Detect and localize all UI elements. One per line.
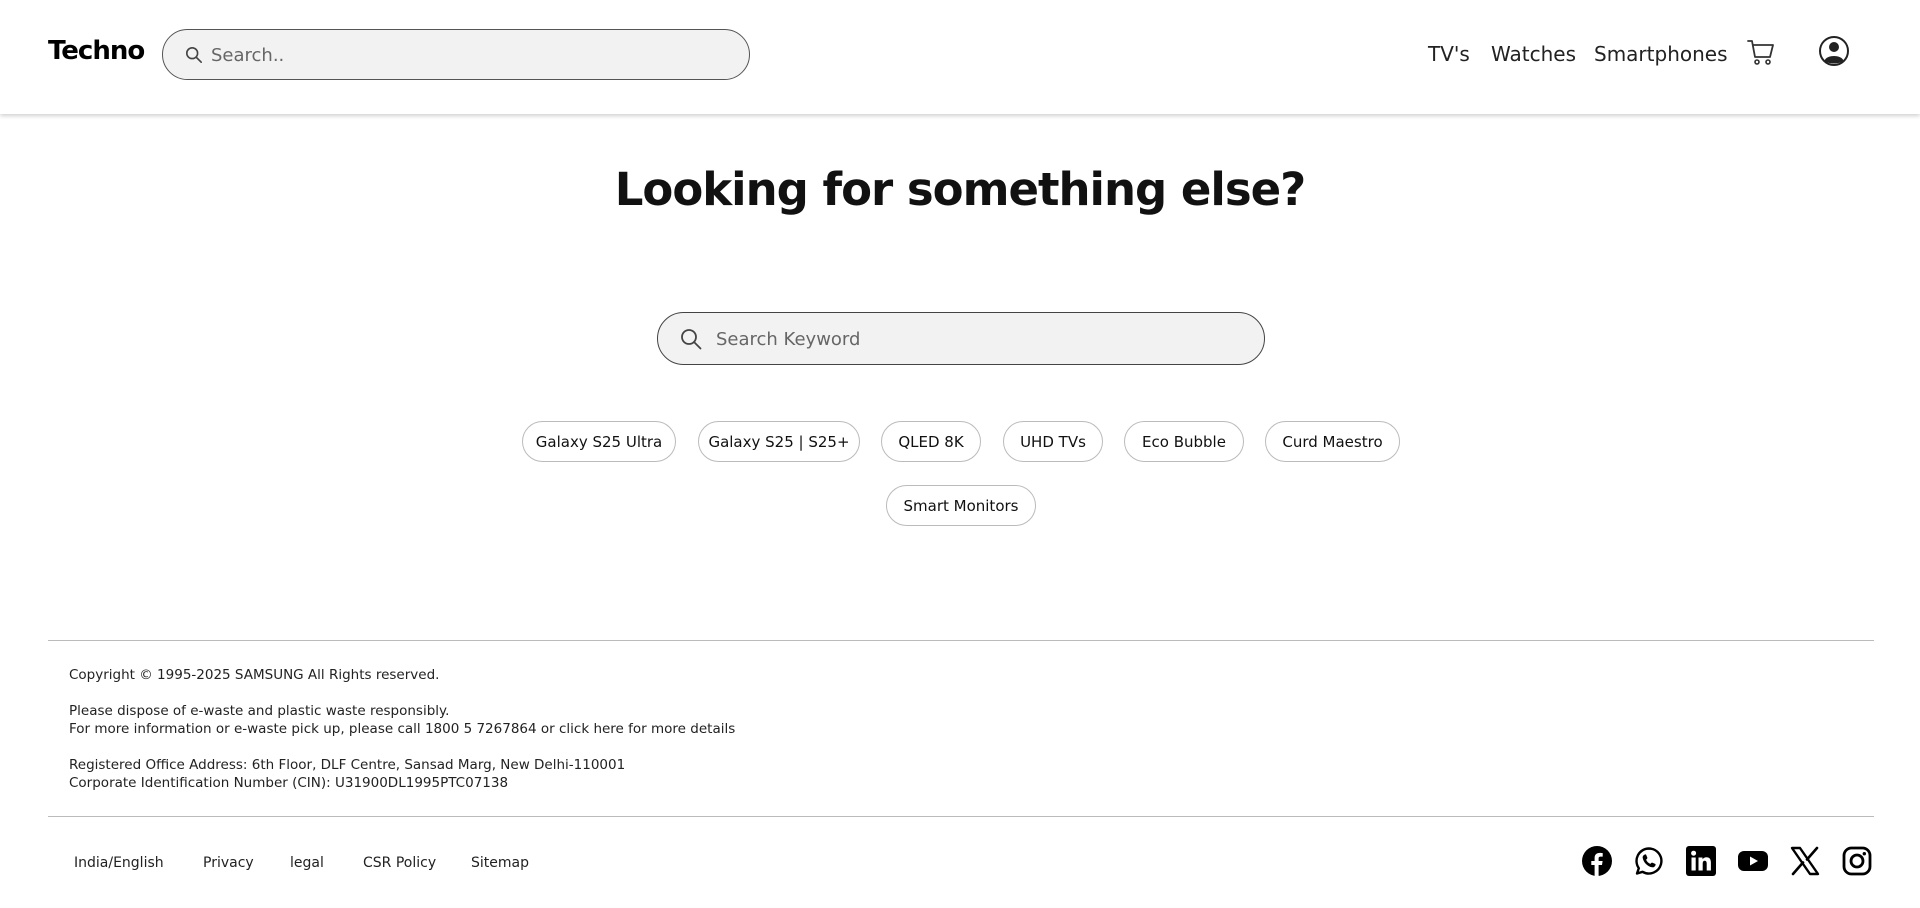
search-icon (681, 329, 702, 350)
suggestion-chip-galaxy-s25[interactable]: Galaxy S25 | S25+ (698, 421, 860, 462)
linkedin-icon[interactable] (1686, 846, 1716, 876)
footer-link-sitemap[interactable]: Sitemap (471, 855, 529, 871)
header-search-box[interactable] (162, 29, 750, 80)
suggestion-chip-curd-maestro[interactable]: Curd Maestro (1265, 421, 1400, 462)
facebook-icon[interactable] (1582, 846, 1612, 876)
keyword-search-box[interactable] (657, 312, 1265, 365)
registered-address: Registered Office Address: 6th Floor, DL… (69, 757, 626, 773)
suggestion-chip-qled-8k[interactable]: QLED 8K (881, 421, 981, 462)
site-header: Techno TV's Watches Smartphones (0, 0, 1920, 114)
footer-link-privacy[interactable]: Privacy (203, 855, 254, 871)
ewaste-info: For more information or e-waste pick up,… (69, 721, 736, 737)
x-icon[interactable] (1790, 846, 1820, 876)
footer-link-csr-policy[interactable]: CSR Policy (363, 855, 436, 871)
nav-link-watches[interactable]: Watches (1491, 42, 1576, 66)
nav-link-smartphones[interactable]: Smartphones (1594, 42, 1728, 66)
page-headline: Looking for something else? (614, 163, 1306, 216)
suggestion-chip-galaxy-s25-ultra[interactable]: Galaxy S25 Ultra (522, 421, 676, 462)
footer-link-legal[interactable]: legal (290, 855, 324, 871)
site-logo[interactable]: Techno (48, 36, 145, 66)
instagram-icon[interactable] (1842, 846, 1872, 876)
keyword-search-input[interactable] (714, 313, 1248, 365)
footer-link-locale[interactable]: India/English (74, 855, 164, 871)
cart-icon[interactable] (1746, 37, 1776, 67)
corporate-id: Corporate Identification Number (CIN): U… (69, 775, 509, 791)
ewaste-notice: Please dispose of e-waste and plastic wa… (69, 703, 450, 719)
youtube-icon[interactable] (1738, 846, 1768, 876)
footer-divider (48, 640, 1874, 641)
user-account-icon[interactable] (1818, 35, 1850, 67)
whatsapp-icon[interactable] (1634, 846, 1664, 876)
header-search-input[interactable] (209, 30, 733, 80)
suggestion-chip-uhd-tvs[interactable]: UHD TVs (1003, 421, 1103, 462)
suggestion-chip-eco-bubble[interactable]: Eco Bubble (1124, 421, 1244, 462)
footer-divider (48, 816, 1874, 817)
nav-link-tvs[interactable]: TV's (1428, 42, 1470, 66)
search-icon (185, 46, 203, 64)
suggestion-chip-smart-monitors[interactable]: Smart Monitors (886, 485, 1036, 526)
copyright-text: Copyright © 1995-2025 SAMSUNG All Rights… (69, 667, 440, 683)
